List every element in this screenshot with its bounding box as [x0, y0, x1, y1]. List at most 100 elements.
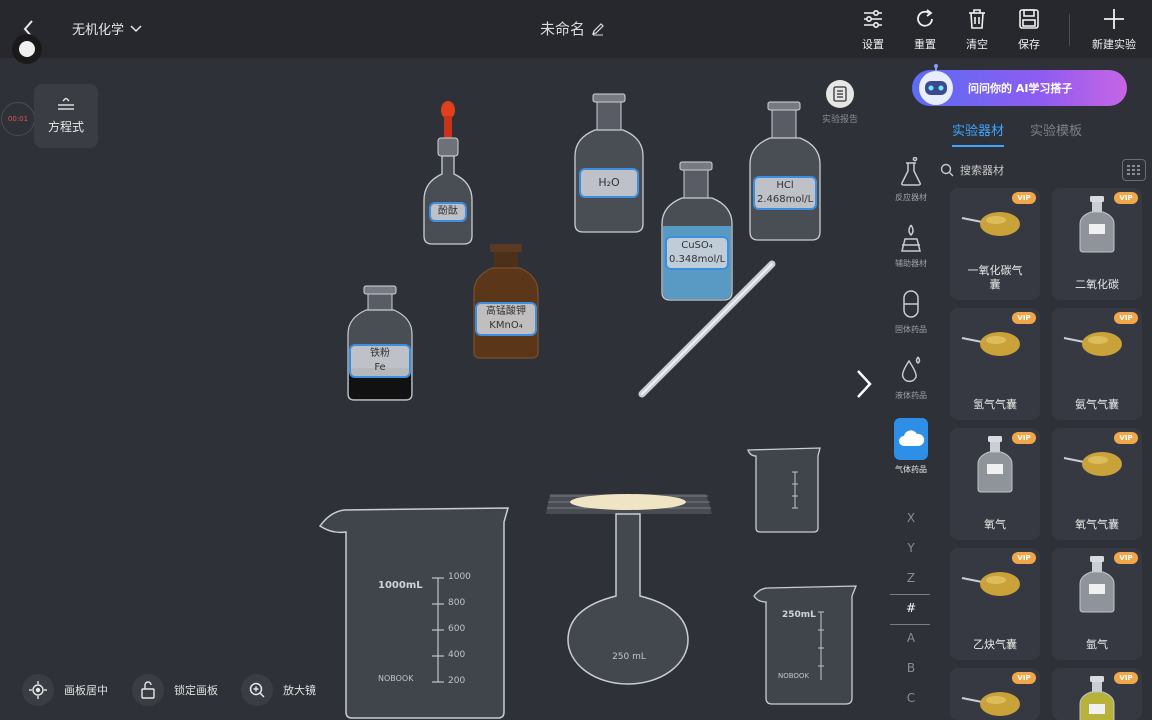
beaker-250ml[interactable]: 250mL NOBOOK	[752, 584, 858, 706]
vip-badge: VIP	[1012, 192, 1036, 204]
index-letter[interactable]: A	[888, 631, 934, 645]
glass-rod-icon	[638, 260, 776, 398]
grid-view-button[interactable]	[1122, 159, 1146, 181]
water-bottle[interactable]: H₂O	[571, 92, 647, 234]
save-label: 保存	[1018, 38, 1040, 51]
category-liquid-reagents[interactable]: 液体药品	[888, 354, 934, 401]
gas-bottle-icon	[1077, 194, 1117, 258]
center-canvas-button[interactable]: 画板居中	[22, 674, 108, 706]
target-icon	[22, 674, 54, 706]
index-letter[interactable]: X	[888, 511, 934, 525]
edit-icon[interactable]	[591, 22, 605, 36]
gas-bag-icon	[960, 324, 1024, 368]
vip-badge: VIP	[1012, 432, 1036, 444]
ai-banner-text: 问问你的 AI学习搭子	[968, 82, 1073, 95]
kmno4-bottle[interactable]: 高锰酸钾 KMnO₄	[472, 242, 540, 360]
equipment-name: 氧气	[984, 518, 1006, 531]
reset-button[interactable]: 重置	[914, 8, 936, 52]
small-beaker[interactable]	[746, 444, 822, 534]
equipment-card[interactable]: VIP 氧气	[950, 428, 1040, 540]
gas-bag-icon	[1062, 444, 1126, 488]
new-experiment-button[interactable]: 新建实验	[1092, 8, 1136, 52]
subject-label: 无机化学	[72, 23, 125, 38]
report-icon	[826, 80, 854, 108]
gas-bag-icon	[960, 684, 1024, 720]
round-flask[interactable]: 250 mL	[542, 490, 716, 686]
index-letter[interactable]: Z	[888, 571, 934, 585]
equipment-card[interactable]: VIP 氨气气囊	[1052, 308, 1142, 420]
scale-200: 200	[448, 676, 466, 686]
vip-badge: VIP	[1114, 672, 1138, 684]
robot-icon	[919, 64, 953, 105]
reagent-bottle-icon	[749, 101, 821, 241]
index-letter[interactable]: #	[888, 601, 934, 615]
grid-icon	[1127, 165, 1140, 175]
category-reaction-equipment[interactable]: 反应器材	[888, 156, 934, 203]
refresh-icon	[917, 9, 933, 27]
magnifier-label: 放大镜	[283, 684, 316, 697]
gas-bag-icon	[960, 564, 1024, 608]
beaker-brand-label: NOBOOK	[378, 674, 414, 683]
lock-canvas-button[interactable]: 锁定画板	[132, 674, 218, 706]
cloud-icon	[899, 430, 925, 446]
new-experiment-label: 新建实验	[1092, 38, 1136, 51]
iron-label: 铁粉 Fe	[349, 344, 411, 378]
search-icon	[940, 163, 954, 177]
tab-equipment[interactable]: 实验器材	[952, 120, 1005, 147]
water-label: H₂O	[579, 168, 639, 198]
sliders-icon	[864, 9, 882, 29]
settings-button[interactable]: 设置	[862, 8, 884, 52]
magnifier-button[interactable]: 放大镜	[241, 674, 316, 706]
equipment-name: 氩气	[1086, 638, 1108, 651]
flask-icon	[901, 157, 921, 186]
indicator-dropper-bottle[interactable]: 酚酞	[420, 100, 476, 246]
hcl-label: HCl 2.468mol/L	[753, 176, 817, 210]
equation-label: 方程式	[47, 119, 84, 134]
category-solid-reagents[interactable]: 固体药品	[888, 288, 934, 335]
equipment-card[interactable]: VIP 乙炔气囊	[950, 548, 1040, 660]
category-label: 气体药品	[895, 465, 927, 474]
equipment-card[interactable]: VIP 氢气气囊	[950, 308, 1040, 420]
report-label: 实验报告	[822, 115, 859, 125]
index-divider	[890, 624, 930, 625]
reset-label: 重置	[914, 38, 936, 51]
plus-icon	[1104, 9, 1124, 29]
recording-timer[interactable]: 00:01	[1, 102, 35, 136]
capsule-icon	[903, 290, 919, 318]
category-gas-reagents[interactable]: 气体药品	[888, 418, 934, 475]
subject-select[interactable]: 无机化学	[72, 19, 142, 38]
report-button[interactable]: 实验报告	[822, 80, 858, 125]
record-toggle[interactable]	[12, 34, 42, 64]
index-letter[interactable]: B	[888, 661, 934, 675]
equipment-card[interactable]: VIP 氧气气囊	[1052, 428, 1142, 540]
equipment-card[interactable]: VIP 氩气	[1052, 548, 1142, 660]
category-auxiliary-equipment[interactable]: 辅助器材	[888, 222, 934, 269]
zoom-icon	[241, 674, 273, 706]
iron-powder-bottle[interactable]: 铁粉 Fe	[346, 284, 414, 402]
clear-button[interactable]: 清空	[966, 8, 988, 52]
panel-tabs: 实验器材 实验模板	[952, 120, 1082, 147]
equipment-name: 氧气气囊	[1075, 518, 1119, 531]
equipment-card[interactable]: VIP 一氧化碳气囊	[950, 188, 1040, 300]
equipment-card[interactable]: VIP	[950, 668, 1040, 720]
scale-400: 400	[448, 650, 466, 660]
chevron-right-icon[interactable]	[852, 368, 876, 400]
tab-templates[interactable]: 实验模板	[1030, 120, 1082, 147]
beaker-icon	[747, 447, 821, 533]
index-letter[interactable]: C	[888, 691, 934, 705]
index-letter[interactable]: Y	[888, 541, 934, 555]
center-canvas-label: 画板居中	[64, 684, 108, 697]
category-label: 辅助器材	[895, 259, 927, 268]
equipment-card[interactable]: VIP 二氧化碳	[1052, 188, 1142, 300]
equipment-name: 氢气气囊	[973, 398, 1017, 411]
search-input[interactable]: 搜索器材	[940, 158, 1148, 182]
save-button[interactable]: 保存	[1018, 8, 1040, 52]
glass-rod[interactable]	[636, 258, 778, 400]
reagent-bottle-icon	[347, 285, 413, 401]
equation-button[interactable]: 方程式	[34, 84, 98, 148]
equipment-card[interactable]: VIP	[1052, 668, 1142, 720]
beaker-1000ml[interactable]: 1000mL NOBOOK 1000 800 600 400 200	[318, 502, 514, 720]
hcl-bottle[interactable]: HCl 2.468mol/L	[748, 100, 822, 242]
flask-volume-label: 250 mL	[612, 652, 646, 662]
document-title[interactable]: 未命名	[540, 18, 605, 39]
